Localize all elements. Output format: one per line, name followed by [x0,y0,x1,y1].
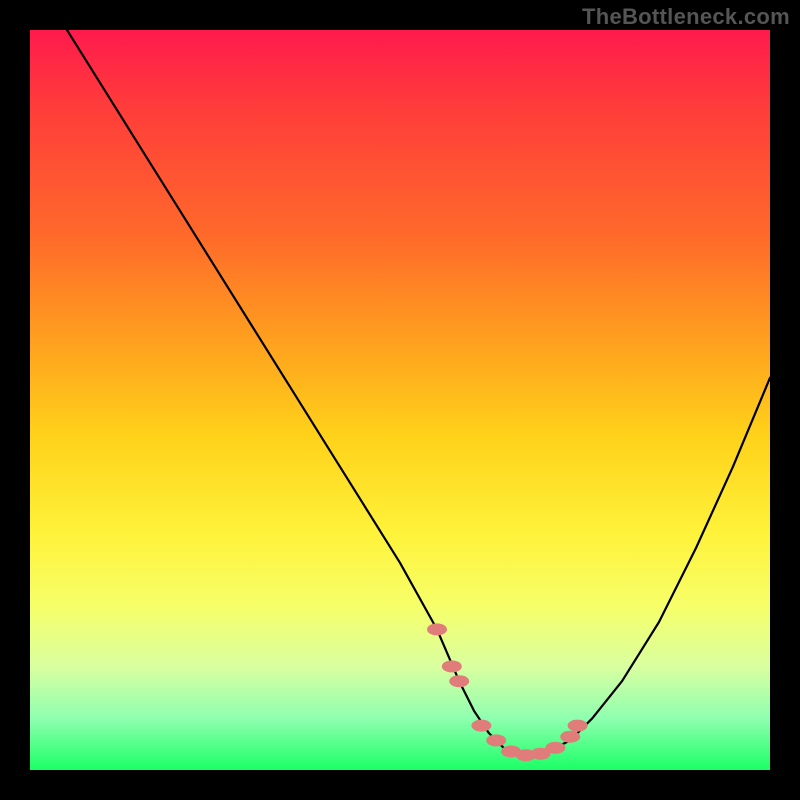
highlight-dot [545,742,565,754]
highlight-dot [471,720,491,732]
highlight-dot [427,623,447,635]
chart-frame: TheBottleneck.com [0,0,800,800]
plot-area [30,30,770,770]
curve-svg [30,30,770,770]
highlight-dots [427,623,588,761]
highlight-dot [442,660,462,672]
highlight-dot [568,720,588,732]
watermark-text: TheBottleneck.com [582,4,790,30]
bottleneck-curve [67,30,770,755]
highlight-dot [560,731,580,743]
highlight-dot [486,734,506,746]
highlight-dot [449,675,469,687]
